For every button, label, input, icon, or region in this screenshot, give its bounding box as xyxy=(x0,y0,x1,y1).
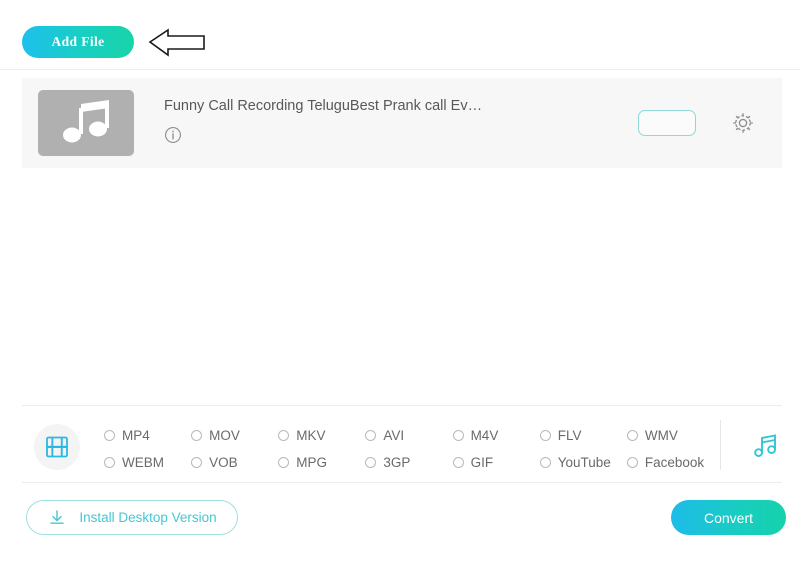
format-option-m4v[interactable]: M4V xyxy=(452,422,540,449)
format-option-youtube[interactable]: YouTube xyxy=(539,449,627,476)
radio-icon[interactable] xyxy=(278,457,290,468)
format-option-facebook[interactable]: Facebook xyxy=(626,449,714,476)
format-option-mpg[interactable]: MPG xyxy=(278,449,365,476)
radio-icon[interactable] xyxy=(191,457,203,468)
top-toolbar: Add File xyxy=(0,0,800,70)
radio-icon[interactable] xyxy=(191,430,203,441)
format-label: FLV xyxy=(557,428,582,443)
file-list-panel: Funny Call Recording TeluguBest Prank ca… xyxy=(22,78,782,168)
radio-icon[interactable] xyxy=(104,430,115,441)
info-circle-icon[interactable] xyxy=(164,126,182,144)
format-option-gif[interactable]: GIF xyxy=(452,449,540,476)
empty-workspace xyxy=(22,168,782,405)
install-label: Install Desktop Version xyxy=(79,510,217,525)
format-option-flv[interactable]: FLV xyxy=(539,422,627,449)
radio-icon[interactable] xyxy=(539,430,551,441)
radio-icon[interactable] xyxy=(365,430,377,441)
film-strip-icon xyxy=(46,436,68,458)
output-format-bar: MP4 MOV MKV AVI M4V FLV WMV WEBM VOB MPG… xyxy=(22,405,782,483)
format-option-mp4[interactable]: MP4 xyxy=(104,422,191,449)
format-option-webm[interactable]: WEBM xyxy=(104,449,191,476)
file-thumbnail xyxy=(38,90,134,156)
bottom-toolbar: Install Desktop Version Convert xyxy=(0,483,800,563)
format-label: WEBM xyxy=(122,455,164,470)
left-arrow-pointer-icon xyxy=(148,28,205,57)
format-label: MP4 xyxy=(122,428,150,443)
format-label: YouTube xyxy=(557,455,611,470)
install-desktop-version-button[interactable]: Install Desktop Version xyxy=(26,500,238,535)
radio-icon[interactable] xyxy=(365,457,377,468)
gear-icon[interactable] xyxy=(730,110,756,136)
convert-button[interactable]: Convert xyxy=(671,500,786,535)
format-label: WMV xyxy=(644,428,678,443)
format-label: AVI xyxy=(383,428,405,443)
video-format-tab[interactable] xyxy=(34,424,80,470)
format-option-3gp[interactable]: 3GP xyxy=(365,449,452,476)
radio-icon[interactable] xyxy=(626,457,638,468)
format-label: GIF xyxy=(470,455,494,470)
format-label: MOV xyxy=(209,428,240,443)
radio-icon[interactable] xyxy=(104,457,115,468)
radio-icon[interactable] xyxy=(539,457,551,468)
format-option-vob[interactable]: VOB xyxy=(191,449,278,476)
format-option-mov[interactable]: MOV xyxy=(191,422,278,449)
audio-format-tab[interactable] xyxy=(744,426,786,468)
format-label: MPG xyxy=(296,455,328,470)
format-bar-divider xyxy=(720,420,721,470)
music-note-icon xyxy=(754,434,776,457)
output-format-selector[interactable] xyxy=(638,110,696,136)
radio-icon[interactable] xyxy=(278,430,290,441)
file-list-item[interactable]: Funny Call Recording TeluguBest Prank ca… xyxy=(22,78,782,168)
format-label: 3GP xyxy=(383,455,411,470)
format-option-avi[interactable]: AVI xyxy=(365,422,452,449)
video-converter-app: Add File Funny Call Recording TeluguBest… xyxy=(0,0,800,563)
format-label: VOB xyxy=(209,455,238,470)
music-note-icon xyxy=(63,100,109,143)
format-options-grid: MP4 MOV MKV AVI M4V FLV WMV WEBM VOB MPG… xyxy=(104,422,714,476)
radio-icon[interactable] xyxy=(452,430,464,441)
format-label: MKV xyxy=(296,428,326,443)
download-icon xyxy=(50,509,65,524)
format-option-mkv[interactable]: MKV xyxy=(278,422,365,449)
radio-icon[interactable] xyxy=(452,457,464,468)
file-title: Funny Call Recording TeluguBest Prank ca… xyxy=(164,98,483,114)
format-label: M4V xyxy=(470,428,499,443)
radio-icon[interactable] xyxy=(626,430,638,441)
format-option-wmv[interactable]: WMV xyxy=(626,422,714,449)
add-file-button[interactable]: Add File xyxy=(22,26,134,58)
format-label: Facebook xyxy=(644,455,705,470)
